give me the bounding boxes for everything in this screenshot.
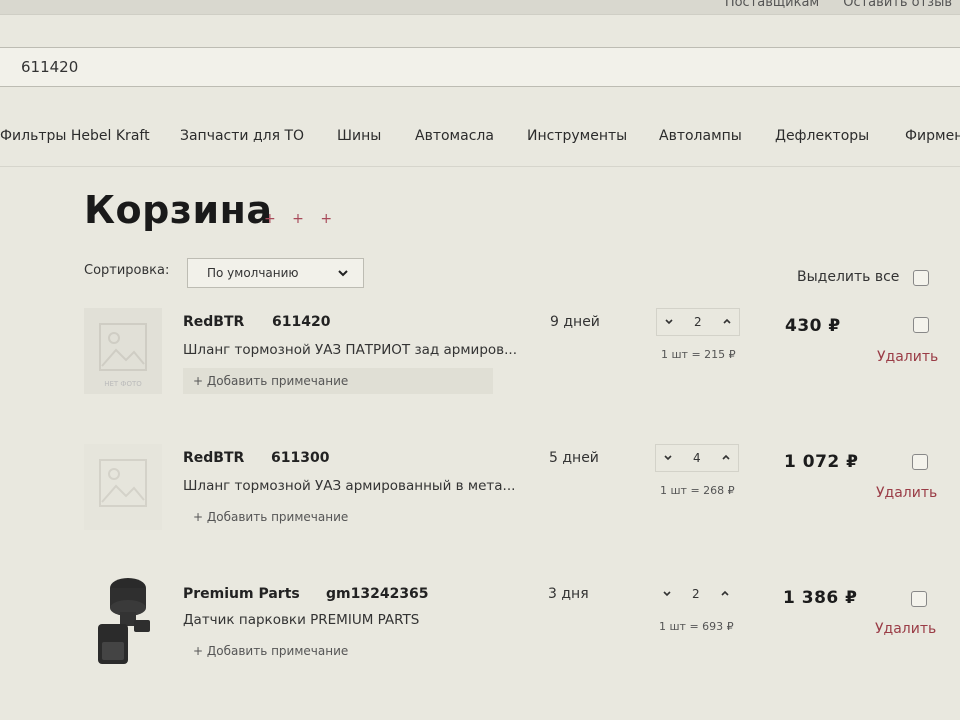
quantity-value[interactable]: 2 (692, 587, 700, 601)
delivery-days: 5 дней (549, 450, 599, 466)
image-placeholder-icon (99, 459, 147, 507)
item-description[interactable]: Датчик парковки PREMIUM PARTS (183, 612, 419, 628)
nav-item-lamps[interactable]: Автолампы (659, 128, 742, 144)
search-input[interactable] (19, 57, 923, 77)
item-brand: RedBTR (183, 314, 245, 330)
unit-price: 1 шт = 268 ₽ (660, 484, 735, 497)
sort-value: По умолчанию (207, 266, 299, 280)
item-checkbox[interactable] (912, 454, 928, 470)
nav-item-to-parts[interactable]: Запчасти для ТО (180, 128, 304, 144)
increase-button[interactable] (722, 313, 732, 334)
cart-item: RedBTR 611300 Шланг тормозной УАЗ армиро… (0, 444, 960, 574)
nav-divider (0, 166, 960, 167)
delivery-days: 9 дней (550, 314, 600, 330)
delivery-days: 3 дня (548, 586, 589, 602)
delete-link[interactable]: Удалить (875, 621, 936, 637)
cart-item: Premium Parts gm13242365 Датчик парковки… (0, 578, 960, 710)
chevron-up-icon (722, 454, 730, 460)
product-thumbnail[interactable] (88, 576, 158, 672)
top-bar: Поставщикам Оставить отзыв (0, 0, 960, 15)
nav-item-tools[interactable]: Инструменты (527, 128, 627, 144)
delete-link[interactable]: Удалить (877, 349, 938, 365)
unit-price: 1 шт = 693 ₽ (659, 620, 734, 633)
item-article[interactable]: gm13242365 (326, 586, 429, 602)
product-thumbnail[interactable] (84, 444, 162, 530)
quantity-stepper: 4 (655, 444, 739, 472)
increase-button[interactable] (720, 585, 730, 606)
nav-item-oils[interactable]: Автомасла (415, 128, 494, 144)
item-article[interactable]: 611420 (272, 314, 330, 330)
item-price: 1 386 ₽ (783, 588, 858, 608)
nav-item-brand[interactable]: Фирмен (905, 128, 960, 144)
sort-label: Сортировка: (84, 263, 170, 278)
chevron-down-icon (664, 455, 672, 461)
quantity-stepper: 2 (656, 308, 740, 336)
item-checkbox[interactable] (911, 591, 927, 607)
item-price: 430 ₽ (785, 316, 841, 336)
decrease-button[interactable] (664, 313, 674, 334)
suppliers-link[interactable]: Поставщикам (725, 0, 819, 10)
quantity-value[interactable]: 2 (694, 315, 702, 329)
parking-sensor-image (98, 578, 150, 664)
chevron-up-icon (721, 590, 729, 596)
chevron-down-icon (663, 591, 671, 597)
product-thumbnail[interactable]: НЕТ ФОТО (84, 308, 162, 394)
cart-item: НЕТ ФОТО RedBTR 611420 Шланг тормозной У… (0, 308, 960, 438)
item-brand: Premium Parts (183, 586, 300, 602)
delete-link[interactable]: Удалить (876, 485, 937, 501)
add-note-link[interactable]: + Добавить примечание (183, 504, 493, 530)
title-dots: + + + (264, 211, 339, 227)
image-placeholder-icon (99, 323, 147, 371)
chevron-down-icon (665, 319, 673, 325)
nav-item-tires[interactable]: Шины (337, 128, 381, 144)
item-description[interactable]: Шланг тормозной УАЗ армированный в мета.… (183, 478, 515, 494)
page-title: Корзина (84, 188, 273, 232)
decrease-button[interactable] (663, 449, 673, 470)
nav-item-deflectors[interactable]: Дефлекторы (775, 128, 869, 144)
add-note-link[interactable]: + Добавить примечание (183, 638, 493, 664)
item-checkbox[interactable] (913, 317, 929, 333)
quantity-stepper: 2 (654, 580, 738, 608)
chevron-down-icon (337, 263, 349, 287)
quantity-value[interactable]: 4 (693, 451, 701, 465)
no-photo-caption: НЕТ ФОТО (104, 380, 142, 388)
item-description[interactable]: Шланг тормозной УАЗ ПАТРИОТ зад армиров.… (183, 342, 517, 358)
item-price: 1 072 ₽ (784, 452, 859, 472)
chevron-up-icon (723, 318, 731, 324)
leave-review-link[interactable]: Оставить отзыв (843, 0, 952, 10)
increase-button[interactable] (721, 449, 731, 470)
search-box[interactable] (0, 47, 960, 87)
top-links: Поставщикам Оставить отзыв (725, 0, 952, 10)
nav-item-hebel-kraft-filters[interactable]: Фильтры Hebel Kraft (0, 128, 150, 144)
item-article[interactable]: 611300 (271, 450, 329, 466)
item-brand: RedBTR (183, 450, 245, 466)
sort-select[interactable]: По умолчанию (187, 258, 364, 288)
decrease-button[interactable] (662, 585, 672, 606)
category-nav: Фильтры Hebel Kraft Запчасти для ТО Шины… (0, 128, 960, 152)
select-all-checkbox[interactable] (913, 270, 929, 286)
unit-price: 1 шт = 215 ₽ (661, 348, 736, 361)
add-note-link[interactable]: + Добавить примечание (183, 368, 493, 394)
select-all-label: Выделить все (797, 269, 900, 285)
